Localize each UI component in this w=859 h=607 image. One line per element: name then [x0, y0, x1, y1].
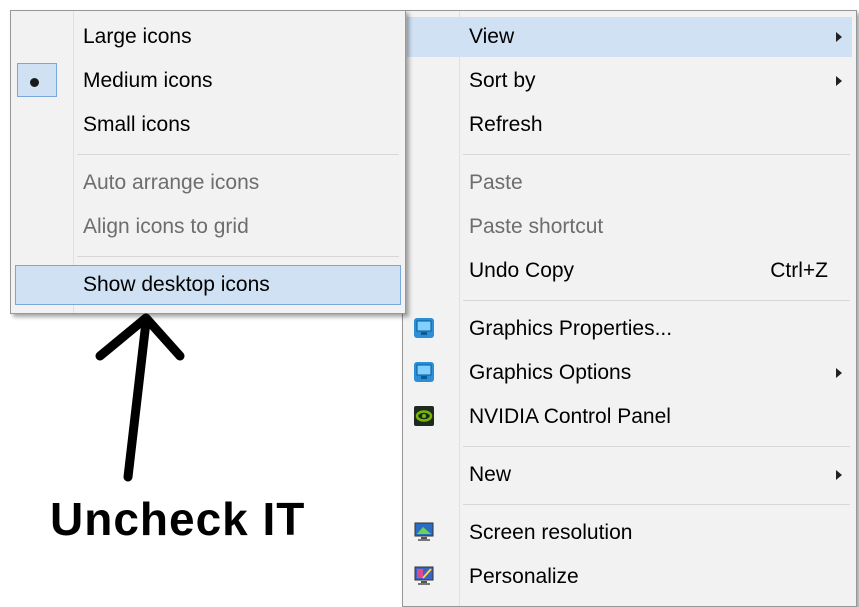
menu-item-label: Refresh	[469, 113, 543, 136]
submenu-arrow-icon	[836, 470, 842, 480]
menu-item-view[interactable]: View	[407, 17, 852, 57]
submenu-arrow-icon	[836, 76, 842, 86]
menu-item-label: Paste shortcut	[469, 215, 604, 238]
menu-item-graphics-properties[interactable]: Graphics Properties...	[407, 309, 852, 349]
monitor-icon	[414, 522, 434, 541]
menu-separator	[463, 300, 850, 301]
submenu-item-align-icons-to-grid[interactable]: Align icons to grid	[15, 207, 401, 247]
submenu-arrow-icon	[836, 32, 842, 42]
submenu-item-small-icons[interactable]: Small icons	[15, 105, 401, 145]
menu-separator	[463, 154, 850, 155]
submenu-item-large-icons[interactable]: Large icons	[15, 17, 401, 57]
submenu-item-label: Medium icons	[83, 69, 213, 92]
menu-separator	[463, 446, 850, 447]
nvidia-icon	[414, 406, 434, 426]
menu-separator	[77, 154, 399, 155]
menu-item-label: Sort by	[469, 69, 536, 92]
menu-item-paste[interactable]: Paste	[407, 163, 852, 203]
menu-item-sort-by[interactable]: Sort by	[407, 61, 852, 101]
submenu-item-label: Align icons to grid	[83, 215, 249, 238]
radio-bullet-icon	[30, 78, 39, 87]
menu-item-nvidia-control-panel[interactable]: NVIDIA Control Panel	[407, 397, 852, 437]
submenu-item-label: Small icons	[83, 113, 191, 136]
menu-item-label: View	[469, 25, 515, 48]
menu-item-refresh[interactable]: Refresh	[407, 105, 852, 145]
menu-item-label: New	[469, 463, 512, 486]
submenu-item-show-desktop-icons[interactable]: Show desktop icons	[15, 265, 401, 305]
menu-separator	[463, 504, 850, 505]
submenu-item-label: Auto arrange icons	[83, 171, 260, 194]
menu-item-label: Graphics Options	[469, 361, 632, 384]
annotation-text: Uncheck IT	[50, 493, 306, 545]
submenu-arrow-icon	[836, 368, 842, 378]
menu-item-label: Paste	[469, 171, 523, 194]
menu-item-label: Graphics Properties...	[469, 317, 673, 340]
menu-item-graphics-options[interactable]: Graphics Options	[407, 353, 852, 393]
menu-item-label: Screen resolution	[469, 521, 633, 544]
menu-item-new[interactable]: New	[407, 455, 852, 495]
menu-item-label: NVIDIA Control Panel	[469, 405, 671, 428]
submenu-item-label: Large icons	[83, 25, 192, 48]
submenu-item-label: Show desktop icons	[83, 273, 270, 296]
menu-item-paste-shortcut[interactable]: Paste shortcut	[407, 207, 852, 247]
radio-check-box	[17, 63, 57, 97]
menu-item-shortcut: Ctrl+Z	[770, 259, 828, 282]
menu-item-label: Undo Copy	[469, 259, 575, 282]
menu-item-personalize[interactable]: Personalize	[407, 557, 852, 597]
menu-item-undo-copy[interactable]: Undo Copy Ctrl+Z	[407, 251, 852, 291]
menu-separator	[77, 256, 399, 257]
personalize-icon	[414, 566, 434, 585]
submenu-item-medium-icons[interactable]: Medium icons	[15, 61, 401, 101]
intel-graphics-icon	[414, 318, 434, 338]
menu-item-screen-resolution[interactable]: Screen resolution	[407, 513, 852, 553]
desktop-context-menu: View Sort by Refresh Paste Paste shortcu…	[402, 10, 857, 607]
view-submenu: Large icons Medium icons Small icons Aut…	[10, 10, 406, 314]
submenu-item-auto-arrange-icons[interactable]: Auto arrange icons	[15, 163, 401, 203]
hand-drawn-arrow-icon	[95, 313, 185, 482]
menu-item-label: Personalize	[469, 565, 579, 588]
intel-graphics-icon	[414, 362, 434, 382]
